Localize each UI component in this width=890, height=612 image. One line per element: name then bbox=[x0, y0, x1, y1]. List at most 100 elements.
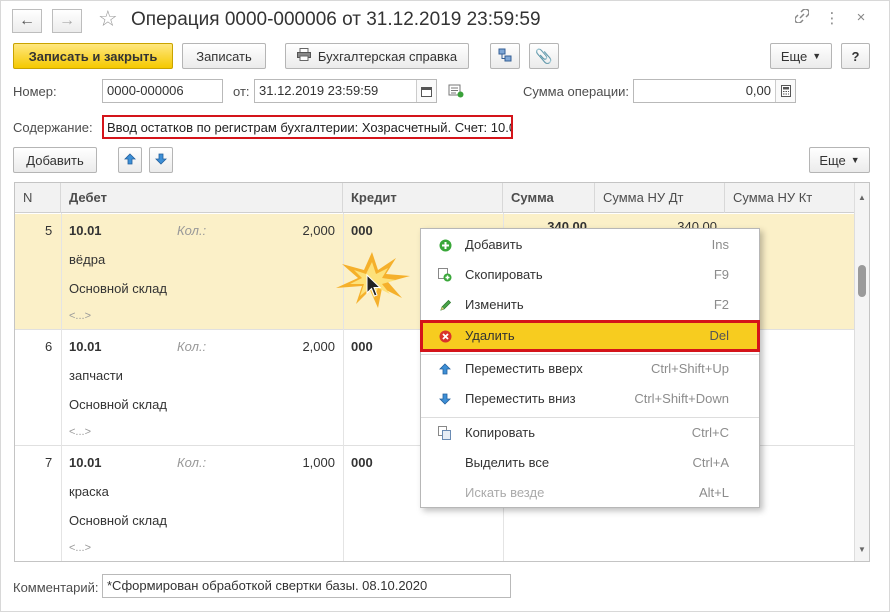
content-field[interactable]: Ввод остатков по регистрам бухгалтерии: … bbox=[102, 115, 513, 139]
arrow-down-icon bbox=[155, 153, 167, 168]
menu-item-shortcut: Ctrl+Shift+Down bbox=[634, 391, 729, 406]
row-number: 5 bbox=[45, 223, 53, 238]
calendar-icon[interactable] bbox=[416, 80, 436, 102]
transactions-list-icon[interactable] bbox=[448, 84, 464, 101]
qty-label: Кол.: bbox=[177, 455, 207, 470]
clipboard-copy-icon bbox=[438, 426, 452, 440]
save-button[interactable]: Записать bbox=[182, 43, 266, 69]
date-label: от: bbox=[233, 84, 250, 99]
row-number: 6 bbox=[45, 339, 53, 354]
menu-item-copy[interactable]: Копировать Ctrl+C bbox=[421, 418, 759, 448]
structure-button[interactable] bbox=[490, 43, 520, 69]
menu-item-shortcut: Ctrl+C bbox=[691, 425, 729, 440]
qty-value: 2,000 bbox=[302, 339, 335, 354]
menu-item-delete[interactable]: Удалить Del bbox=[420, 320, 760, 352]
menu-item-shortcut: Del bbox=[709, 328, 729, 343]
number-field[interactable]: 0000-000006 bbox=[102, 79, 223, 103]
move-down-button[interactable] bbox=[149, 147, 173, 173]
credit-account: 000 bbox=[351, 455, 373, 470]
menu-item-label: Искать везде bbox=[465, 485, 545, 500]
qty-label: Кол.: bbox=[177, 339, 207, 354]
add-green-icon bbox=[438, 238, 452, 252]
menu-item-shortcut: F2 bbox=[713, 297, 729, 312]
forward-button[interactable]: → bbox=[52, 9, 82, 33]
debit-account: 10.01 bbox=[69, 339, 102, 354]
back-button[interactable]: ← bbox=[12, 9, 42, 33]
comment-field[interactable]: *Сформирован обработкой свертки базы. 08… bbox=[102, 574, 511, 598]
menu-item-label: Копировать bbox=[465, 425, 535, 440]
paperclip-icon: 📎 bbox=[535, 47, 553, 64]
link-icon[interactable] bbox=[792, 8, 812, 27]
more-vertical-icon[interactable]: ⋮ bbox=[822, 9, 842, 27]
menu-item-label: Выделить все bbox=[465, 455, 550, 470]
save-close-button[interactable]: Записать и закрыть bbox=[13, 43, 173, 69]
subconto-1: краска bbox=[69, 484, 109, 499]
calculator-icon[interactable] bbox=[775, 80, 795, 102]
subconto-1: запчасти bbox=[69, 368, 123, 383]
pencil-icon bbox=[438, 298, 452, 312]
arrow-down-icon bbox=[438, 392, 452, 406]
chevron-down-icon: ▼ bbox=[850, 155, 860, 165]
report-button-label: Бухгалтерская справка bbox=[317, 48, 458, 64]
number-label: Номер: bbox=[13, 84, 57, 99]
content-label: Содержание: bbox=[13, 120, 93, 135]
menu-item-move-down[interactable]: Переместить вниз Ctrl+Shift+Down bbox=[421, 384, 759, 414]
sum-field[interactable]: 0,00 bbox=[633, 79, 796, 103]
star-outline-icon[interactable]: ☆ bbox=[98, 6, 118, 32]
column-credit[interactable]: Кредит bbox=[343, 183, 503, 213]
menu-item-shortcut: Ins bbox=[711, 237, 729, 252]
credit-account: 000 bbox=[351, 339, 373, 354]
table-scrollbar[interactable]: ▲ ▼ bbox=[854, 183, 869, 561]
debit-account: 10.01 bbox=[69, 455, 102, 470]
comment-label: Комментарий: bbox=[13, 580, 99, 595]
add-row-button[interactable]: Добавить bbox=[13, 147, 97, 173]
mouse-cursor-icon bbox=[366, 273, 382, 301]
menu-item-shortcut: Alt+L bbox=[699, 485, 729, 500]
date-field[interactable]: 31.12.2019 23:59:59 bbox=[254, 79, 437, 103]
table-more-button[interactable]: Еще ▼ bbox=[809, 147, 870, 173]
menu-item-add[interactable]: Добавить Ins bbox=[421, 230, 759, 260]
column-sum-nu-kt[interactable]: Сумма НУ Кт bbox=[725, 183, 855, 213]
menu-item-copy-row[interactable]: Скопировать F9 bbox=[421, 260, 759, 290]
column-sum[interactable]: Сумма bbox=[503, 183, 595, 213]
context-menu: Добавить Ins Скопировать F9 Изменить F2 … bbox=[420, 228, 760, 508]
sum-label: Сумма операции: bbox=[523, 84, 629, 99]
chevron-down-icon: ▼ bbox=[812, 51, 822, 61]
column-n[interactable]: N bbox=[15, 183, 61, 213]
help-button[interactable]: ? bbox=[841, 43, 870, 69]
subconto-3: <...> bbox=[69, 310, 92, 322]
date-value: 31.12.2019 23:59:59 bbox=[259, 83, 379, 98]
column-debit[interactable]: Дебет bbox=[61, 183, 343, 213]
menu-item-search-everywhere[interactable]: Искать везде Alt+L bbox=[421, 478, 759, 508]
scroll-down-icon[interactable]: ▼ bbox=[858, 545, 866, 554]
column-sum-nu-dt[interactable]: Сумма НУ Дт bbox=[595, 183, 725, 213]
window-title: Операция 0000-000006 от 31.12.2019 23:59… bbox=[131, 9, 541, 30]
qty-label: Кол.: bbox=[177, 223, 207, 238]
qty-value: 2,000 bbox=[302, 223, 335, 238]
copy-row-icon bbox=[438, 268, 452, 282]
subconto-1: вёдра bbox=[69, 252, 106, 267]
subconto-3: <...> bbox=[69, 426, 92, 438]
menu-item-select-all[interactable]: Выделить все Ctrl+A bbox=[421, 448, 759, 478]
report-button[interactable]: Бухгалтерская справка bbox=[285, 43, 469, 69]
document-structure-icon bbox=[498, 48, 512, 65]
column-divider bbox=[61, 213, 62, 561]
row-number: 7 bbox=[45, 455, 53, 470]
menu-item-edit[interactable]: Изменить F2 bbox=[421, 290, 759, 320]
more-button[interactable]: Еще ▼ bbox=[770, 43, 832, 69]
attach-button[interactable]: 📎 bbox=[529, 43, 559, 69]
close-icon[interactable]: × bbox=[851, 9, 871, 26]
scroll-up-icon[interactable]: ▲ bbox=[858, 193, 866, 202]
credit-account: 000 bbox=[351, 223, 373, 238]
delete-red-icon bbox=[438, 329, 452, 343]
menu-item-label: Изменить bbox=[465, 297, 524, 312]
scrollbar-thumb[interactable] bbox=[858, 265, 866, 297]
menu-item-move-up[interactable]: Переместить вверх Ctrl+Shift+Up bbox=[421, 354, 759, 384]
table-header: N Дебет Кредит Сумма Сумма НУ Дт Сумма Н… bbox=[15, 183, 855, 213]
arrow-up-icon bbox=[438, 362, 452, 376]
arrow-up-icon bbox=[124, 152, 136, 168]
menu-item-label: Переместить вверх bbox=[465, 361, 583, 376]
subconto-2: Основной склад bbox=[69, 397, 167, 412]
printer-icon bbox=[296, 48, 311, 64]
move-up-button[interactable] bbox=[118, 147, 142, 173]
